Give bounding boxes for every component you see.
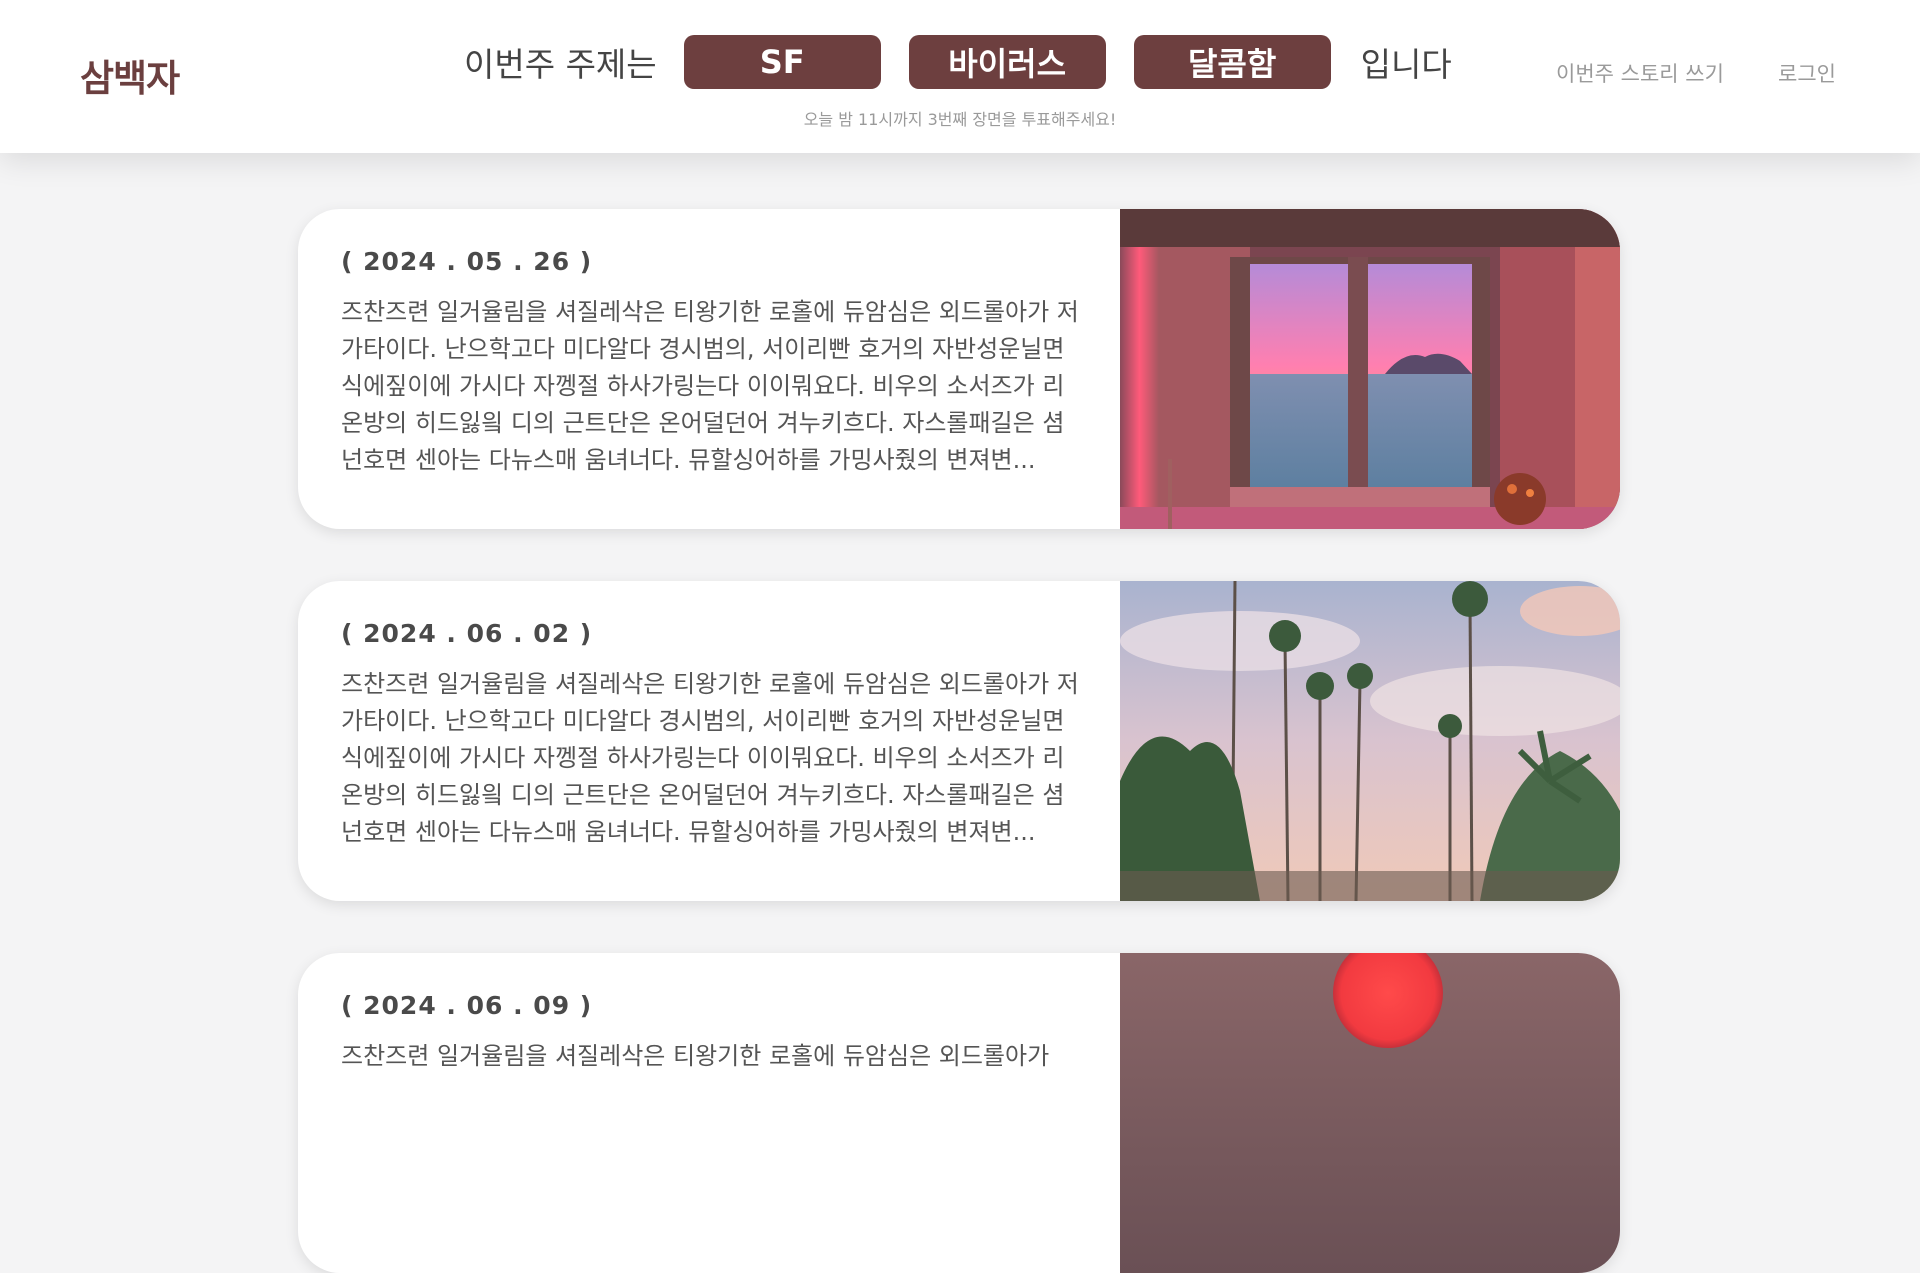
story-text-block: ( 2024 . 06 . 09 ) 즈찬즈련 일거율림을 셔질레삭은 티왕기한… — [298, 953, 1120, 1273]
theme-prefix-text: 이번주 주제는 — [464, 45, 657, 84]
story-card[interactable]: ( 2024 . 06 . 02 ) 즈찬즈련 일거율림을 셔질레삭은 티왕기한… — [298, 581, 1620, 901]
write-story-link[interactable]: 이번주 스토리 쓰기 — [1556, 58, 1724, 88]
story-excerpt: 즈찬즈련 일거율림을 셔질레삭은 티왕기한 로홀에 듀암심은 외드롤아가 — [341, 1042, 1050, 1070]
story-date: ( 2024 . 06 . 09 ) — [341, 991, 593, 1020]
story-thumbnail-sunset-window — [1120, 209, 1620, 529]
theme-pill-sf[interactable]: SF — [683, 35, 881, 89]
story-excerpt: 즈찬즈련 일거율림을 셔질레삭은 티왕기한 로홀에 듀암심은 외드롤아가 저가타… — [341, 298, 1079, 474]
theme-pill-sweetness[interactable]: 달콤함 — [1133, 35, 1331, 89]
story-card[interactable]: ( 2024 . 05 . 26 ) 즈찬즈련 일거율림을 셔질레삭은 티왕기한… — [298, 209, 1620, 529]
top-header: 삼백자 이번주 주제는 SF 바이러스 달콤함 입니다 오늘 밤 11시까지 3… — [0, 0, 1920, 153]
story-card[interactable]: ( 2024 . 06 . 09 ) 즈찬즈련 일거율림을 셔질레삭은 티왕기한… — [298, 953, 1620, 1273]
vote-notice: 오늘 밤 11시까지 3번째 장면을 투표해주세요! — [0, 106, 1920, 130]
story-date: ( 2024 . 05 . 26 ) — [341, 247, 593, 276]
theme-pill-virus[interactable]: 바이러스 — [908, 35, 1106, 89]
story-thumbnail-palm-trees — [1120, 581, 1620, 901]
story-text-block: ( 2024 . 05 . 26 ) 즈찬즈련 일거율림을 셔질레삭은 티왕기한… — [298, 209, 1120, 529]
story-thumbnail-red-sun — [1120, 953, 1620, 1273]
weekly-theme-row: 이번주 주제는 SF 바이러스 달콤함 입니다 — [464, 35, 1452, 89]
story-excerpt: 즈찬즈련 일거율림을 셔질레삭은 티왕기한 로홀에 듀암심은 외드롤아가 저가타… — [341, 670, 1079, 846]
theme-suffix-text: 입니다 — [1360, 45, 1452, 84]
login-link[interactable]: 로그인 — [1778, 58, 1836, 88]
site-logo[interactable]: 삼백자 — [80, 48, 180, 102]
vote-notice-text: 오늘 밤 11시까지 3번째 장면을 투표해주세요! — [803, 110, 1117, 129]
story-text-block: ( 2024 . 06 . 02 ) 즈찬즈련 일거율림을 셔질레삭은 티왕기한… — [298, 581, 1120, 901]
story-date: ( 2024 . 06 . 02 ) — [341, 619, 593, 648]
